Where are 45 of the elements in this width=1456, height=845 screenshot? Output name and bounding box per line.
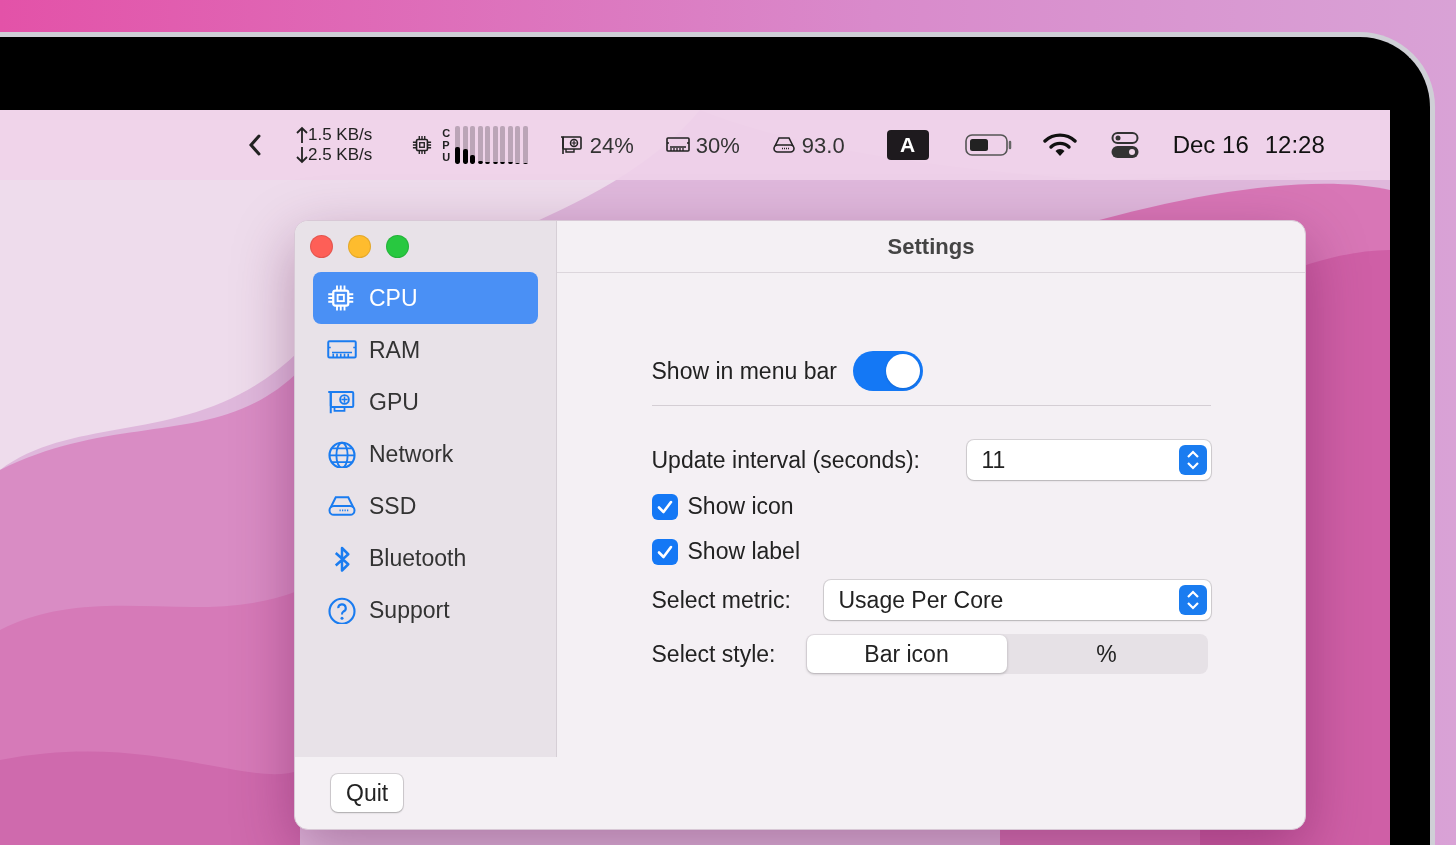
wifi-icon[interactable] bbox=[1042, 132, 1077, 158]
battery-icon[interactable] bbox=[964, 132, 1013, 158]
metric-dropdown[interactable]: Usage Per Core bbox=[823, 580, 1211, 620]
setting-label: Select style: bbox=[651, 639, 776, 669]
chevron-icon[interactable] bbox=[248, 134, 262, 156]
checkbox[interactable] bbox=[651, 538, 678, 565]
quit-button[interactable]: Quit bbox=[331, 774, 404, 812]
sidebar-item[interactable]: GPU bbox=[313, 376, 538, 428]
chip-icon bbox=[412, 135, 433, 155]
network-speed: 2.5 KB/s bbox=[308, 145, 373, 165]
setting-label: Show in menu bar bbox=[651, 356, 837, 386]
drive-icon bbox=[771, 134, 796, 156]
ssd-reading: 93.0 bbox=[801, 131, 845, 160]
sidebar-item[interactable]: Support bbox=[313, 584, 538, 636]
upload-arrow-icon bbox=[296, 125, 308, 145]
menu-bar-date[interactable]: Dec 16 bbox=[1172, 127, 1249, 163]
globe-icon bbox=[327, 440, 357, 468]
network-speed: 1.5 KB/s bbox=[308, 125, 373, 145]
segment-tab[interactable]: % bbox=[1006, 635, 1207, 673]
toggle-switch[interactable] bbox=[852, 351, 923, 391]
interval-dropdown[interactable]: 11 bbox=[966, 440, 1211, 480]
checkbox-label[interactable]: Show label bbox=[687, 534, 801, 569]
cpu-label: CPU bbox=[442, 126, 452, 164]
sidebar-item[interactable]: RAM bbox=[313, 324, 538, 376]
menu-bar-clock[interactable]: 12:28 bbox=[1264, 127, 1325, 163]
close-button[interactable] bbox=[310, 235, 333, 258]
gpu-usage: 24% bbox=[589, 131, 634, 160]
setting-label: Update interval (seconds): bbox=[651, 445, 920, 475]
download-arrow-icon bbox=[296, 145, 308, 165]
window-title: Settings bbox=[557, 221, 1305, 273]
sidebar-item[interactable]: Bluetooth bbox=[313, 532, 538, 584]
sidebar-item[interactable]: SSD bbox=[313, 480, 538, 532]
ram-usage: 30% bbox=[695, 131, 740, 160]
checkbox[interactable] bbox=[651, 493, 678, 520]
segment-tab[interactable]: Bar icon bbox=[806, 635, 1007, 673]
setting-label: Select metric: bbox=[651, 585, 791, 615]
checkbox-label[interactable]: Show icon bbox=[687, 489, 794, 524]
sidebar-item[interactable]: Network bbox=[313, 428, 538, 480]
input-source-badge[interactable]: A bbox=[886, 130, 929, 160]
stepper-icon bbox=[1178, 445, 1207, 475]
gpu-card-icon bbox=[559, 134, 584, 156]
gpu-card-icon bbox=[327, 388, 357, 416]
control-center-icon[interactable] bbox=[1110, 131, 1139, 159]
stepper-icon bbox=[1178, 585, 1207, 615]
question-mark-icon bbox=[327, 596, 357, 624]
